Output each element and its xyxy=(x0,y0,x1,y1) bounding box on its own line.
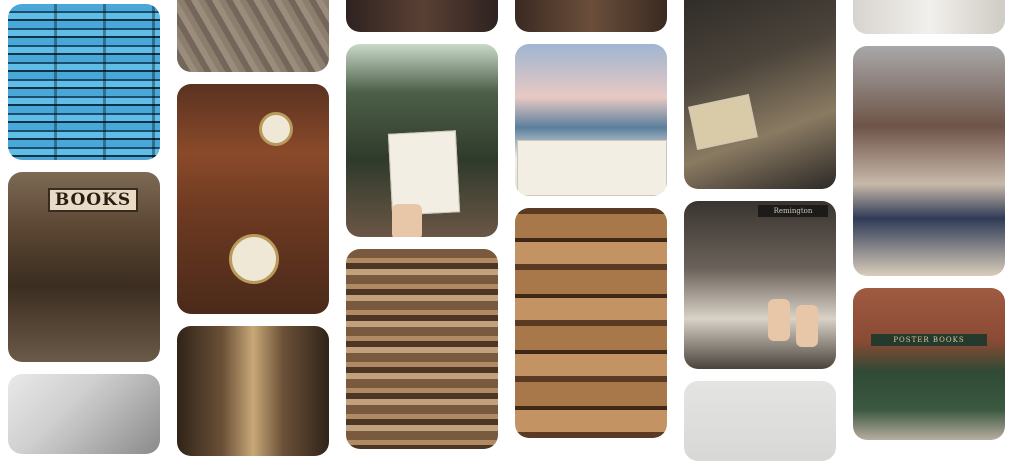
pin-book-piles[interactable] xyxy=(346,249,498,449)
books-sign: BOOKS xyxy=(48,188,138,212)
typewriter-brand: Remington xyxy=(758,205,828,217)
pin-plain-gray[interactable] xyxy=(684,381,836,461)
pin-tall-bookshelves[interactable] xyxy=(515,208,667,438)
pocket-watch-icon xyxy=(259,112,293,146)
open-book xyxy=(387,130,461,216)
pin-candlelit-books[interactable] xyxy=(684,0,836,189)
pin-books-on-shelf[interactable] xyxy=(8,374,160,454)
pin-library-aisle[interactable] xyxy=(177,326,329,456)
pin-blue-books[interactable] xyxy=(8,4,160,160)
pin-book-by-sea[interactable] xyxy=(515,44,667,196)
pin-antique-books-clocks[interactable] xyxy=(177,84,329,314)
hand xyxy=(796,305,818,347)
pocket-watch-icon xyxy=(229,234,279,284)
hand xyxy=(392,204,422,237)
open-book xyxy=(688,94,758,150)
pin-book-on-railway[interactable] xyxy=(346,44,498,237)
pin-typewriter[interactable]: Remington xyxy=(684,201,836,369)
pin-open-book-top[interactable] xyxy=(853,0,1005,34)
pin-bookshop-front[interactable]: POSTER BOOKS xyxy=(853,288,1005,440)
pin-knit-blanket[interactable] xyxy=(177,0,329,72)
store-sign: POSTER BOOKS xyxy=(871,334,987,346)
pin-dark-library[interactable] xyxy=(346,0,498,32)
open-book xyxy=(517,140,667,196)
pin-street-book-stall[interactable] xyxy=(853,46,1005,276)
pin-bookshelf-top[interactable] xyxy=(515,0,667,32)
pin-bookstore-interior[interactable]: BOOKS xyxy=(8,172,160,362)
hand xyxy=(768,299,790,341)
